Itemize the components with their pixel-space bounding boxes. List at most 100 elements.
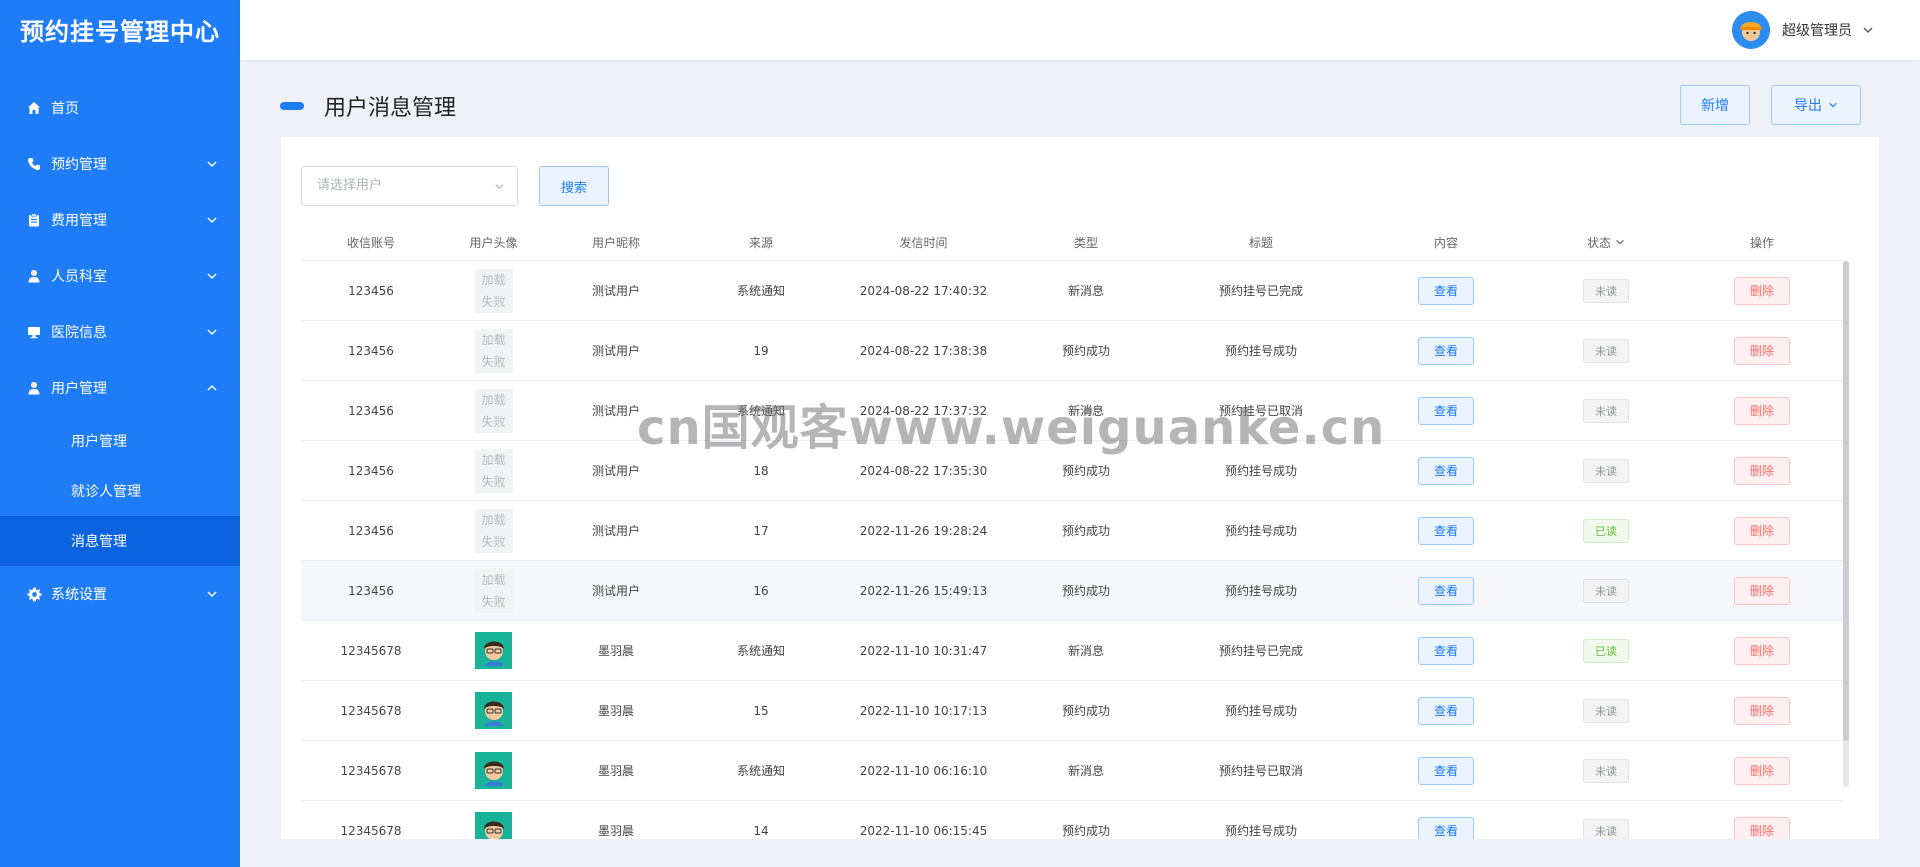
type-cell: 预约成功 [1061,584,1110,598]
delete-button[interactable]: 删除 [1734,636,1790,665]
title-cell: 预约挂号已取消 [1218,764,1303,778]
sidebar-item-label: 首页 [51,101,79,117]
sidebar-item-staff[interactable]: 人员科室 [0,248,240,304]
table-body: 123456 加载 失败 测试用户 系统通知 2024-08-22 17:40:32 新消息… [301,261,1843,839]
column-header: 内容 [1433,235,1458,250]
type-cell: 新消息 [1067,764,1104,778]
time-cell: 2024-08-22 17:38:38 [859,343,988,358]
chevron-up-icon [207,385,217,391]
home-icon [26,100,42,116]
monitor-icon [26,324,42,340]
sidebar-item-message-manage[interactable]: 消息管理 [0,516,240,566]
time-cell: 2024-08-22 17:37:32 [859,403,988,418]
status-badge: 未读 [1583,818,1629,839]
account-cell: 12345678 [340,763,402,778]
delete-button[interactable]: 删除 [1734,816,1790,839]
source-cell: 系统通知 [736,644,785,658]
phone-icon [26,156,42,172]
sidebar-item-settings[interactable]: 系统设置 [0,566,240,622]
time-cell: 2024-08-22 17:40:32 [859,283,988,298]
type-cell: 新消息 [1067,404,1104,418]
scrollbar-thumb[interactable] [1843,261,1849,741]
content-cell: 查看 [1361,276,1531,305]
source-cell: 15 [753,703,769,718]
time-cell: 2022-11-26 15:49:13 [859,583,988,598]
delete-button[interactable]: 删除 [1734,336,1790,365]
sidebar-item-users[interactable]: 用户管理 [0,360,240,416]
type-cell: 预约成功 [1061,464,1110,478]
chevron-down-icon [495,184,504,190]
account-cell: 123456 [348,523,394,538]
column-header: 操作 [1749,235,1774,250]
table-scrollbar[interactable] [1843,261,1849,787]
add-button[interactable]: 新增 [1680,85,1750,125]
action-cell: 删除 [1681,456,1843,485]
view-button[interactable]: 查看 [1418,636,1474,665]
content-card: 请选择用户 搜索 收信账号 用户头像 用户昵称 来源 发信时间 类型 标题 内容… [281,137,1879,839]
sidebar: 预约挂号管理中心 首页 预约管理 费用管理 人员科室 医院信息 用户管理 用户管… [0,0,240,867]
avatar-load-failed: 加载 失败 [474,568,513,613]
status-cell: 未读 [1531,278,1681,303]
column-header: 来源 [748,235,773,250]
nickname-cell: 测试用户 [591,464,640,478]
avatar-cell [441,752,546,789]
app-title: 预约挂号管理中心 [20,18,220,46]
delete-button[interactable]: 删除 [1734,396,1790,425]
nickname-cell: 墨羽晨 [597,704,634,718]
account-cell: 12345678 [340,703,402,718]
person-icon [26,268,42,284]
delete-button[interactable]: 删除 [1734,516,1790,545]
chevron-down-icon [207,591,217,597]
status-badge: 未读 [1583,578,1629,603]
view-button[interactable]: 查看 [1418,576,1474,605]
view-button[interactable]: 查看 [1418,816,1474,839]
status-column-filter[interactable]: 状态 [1531,234,1681,251]
avatar-load-failed: 加载 失败 [474,508,513,553]
avatar-cell: 加载 失败 [441,328,546,373]
export-button[interactable]: 导出 [1771,85,1861,125]
view-button[interactable]: 查看 [1418,756,1474,785]
time-cell: 2022-11-26 19:28:24 [859,523,988,538]
delete-button[interactable]: 删除 [1734,576,1790,605]
title-cell: 预约挂号成功 [1224,524,1297,538]
view-button[interactable]: 查看 [1418,516,1474,545]
search-button[interactable]: 搜索 [539,166,609,206]
status-cell: 已读 [1531,518,1681,543]
search-button-label: 搜索 [560,180,587,196]
title-cell: 预约挂号成功 [1224,584,1297,598]
user-select[interactable]: 请选择用户 [301,166,518,206]
view-button[interactable]: 查看 [1418,276,1474,305]
title-cell: 预约挂号成功 [1224,704,1297,718]
sidebar-item-fees[interactable]: 费用管理 [0,192,240,248]
table-header: 收信账号 用户头像 用户昵称 来源 发信时间 类型 标题 内容 状态 操作 [301,224,1843,261]
action-cell: 删除 [1681,816,1843,839]
type-cell: 预约成功 [1061,704,1110,718]
sidebar-item-user-manage[interactable]: 用户管理 [0,416,240,466]
delete-button[interactable]: 删除 [1734,756,1790,785]
sidebar-item-home[interactable]: 首页 [0,80,240,136]
time-cell: 2022-11-10 10:17:13 [859,703,988,718]
view-button[interactable]: 查看 [1418,456,1474,485]
delete-button[interactable]: 删除 [1734,696,1790,725]
sidebar-item-hospital[interactable]: 医院信息 [0,304,240,360]
status-badge: 未读 [1583,758,1629,783]
avatar-cell [441,632,546,669]
status-badge: 未读 [1583,458,1629,483]
view-button[interactable]: 查看 [1418,396,1474,425]
avatar [475,752,512,789]
view-button[interactable]: 查看 [1418,336,1474,365]
action-cell: 删除 [1681,396,1843,425]
delete-button[interactable]: 删除 [1734,276,1790,305]
type-cell: 预约成功 [1061,524,1110,538]
user-menu[interactable]: 超级管理员 [1732,11,1874,49]
title-cell: 预约挂号已完成 [1218,644,1303,658]
status-cell: 未读 [1531,398,1681,423]
users-submenu: 用户管理 就诊人管理 消息管理 [0,416,240,566]
sidebar-item-patient-manage[interactable]: 就诊人管理 [0,466,240,516]
view-button[interactable]: 查看 [1418,696,1474,725]
column-header: 类型 [1073,235,1098,250]
sidebar-item-appointment[interactable]: 预约管理 [0,136,240,192]
type-cell: 预约成功 [1061,344,1110,358]
message-table: 收信账号 用户头像 用户昵称 来源 发信时间 类型 标题 内容 状态 操作 12… [301,224,1843,839]
delete-button[interactable]: 删除 [1734,456,1790,485]
